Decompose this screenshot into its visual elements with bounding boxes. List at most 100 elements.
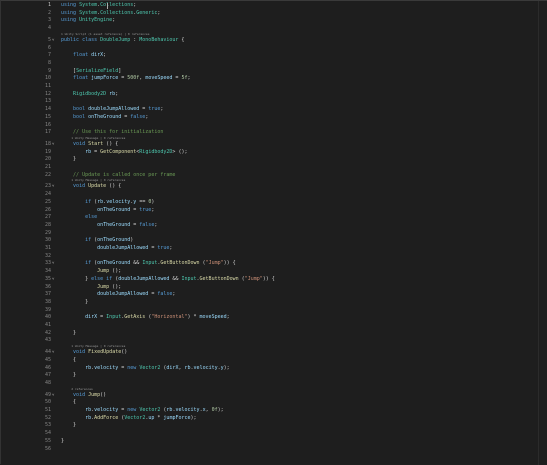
code-token: } (61, 156, 77, 163)
code-token: using (61, 9, 80, 16)
code-token: velocity (94, 364, 119, 371)
code-line[interactable]: void Update () { (61, 182, 121, 190)
codelens-annotation[interactable]: 1 Unity Message | 0 references (71, 177, 125, 183)
code-token: } (61, 329, 77, 336)
code-token: SerializeField (76, 67, 119, 74)
code-area[interactable]: using System.Collections; using System.Co… (55, 1, 547, 465)
code-token: new (127, 364, 140, 371)
code-line[interactable]: } (61, 298, 88, 306)
code-line[interactable]: rb.AddForce (Vector2.up * jumpForce); (61, 414, 196, 422)
code-token: 500f (127, 75, 140, 82)
code-token: ; (103, 52, 107, 59)
code-line[interactable]: } (61, 421, 76, 429)
code-token: GetButtonDown (199, 275, 239, 282)
code-line[interactable]: rb.velocity = new Vector2 (dirX, rb.velo… (61, 364, 230, 372)
code-editor[interactable]: 1 2 3 4 5 ˅ 6 7 8 9 10 11 12 13 14 15 16 17 18 ˅ 19 20 21 22 23 ˅… (0, 0, 547, 465)
code-token: Collections (100, 2, 134, 8)
code-token: } (61, 275, 92, 282)
code-token: ); (223, 364, 230, 371)
code-token: Jump (97, 268, 110, 275)
line-number: 4 (47, 25, 51, 32)
code-token: ) (151, 198, 155, 205)
code-token: jumpForce (163, 414, 191, 421)
code-token: Generic (136, 9, 158, 16)
code-line[interactable]: rb = GetComponent<Rigidbody2D> (); (61, 148, 187, 156)
code-line[interactable]: public class DoubleJump : MonoBehaviour … (61, 36, 184, 44)
code-token: true (157, 245, 170, 251)
code-token: new (127, 407, 140, 413)
code-token: doubleJumpAllowed (97, 291, 149, 298)
code-token: GetComponent (100, 148, 137, 155)
code-line[interactable]: float jumpForce = 500f, moveSpeed = 5f; (61, 74, 190, 82)
code-token: velocity (106, 198, 131, 205)
codelens-annotation[interactable]: 1 Unity Script (1 asset reference) | 0 r… (61, 31, 150, 37)
code-token: Jump (88, 391, 101, 398)
code-line[interactable]: dirX = Input.GetAxis ("Horizontal") * mo… (61, 313, 230, 321)
code-line[interactable]: } (61, 437, 64, 445)
code-line[interactable]: using UnityEngine; (61, 16, 115, 24)
code-token: void (73, 391, 89, 398)
line-number: 17 (44, 129, 51, 136)
code-token: = (118, 75, 128, 82)
code-token: Rigidbody2D (139, 148, 173, 155)
code-token: bool (73, 106, 89, 113)
code-token: Vector2 (139, 407, 161, 413)
code-token: class (82, 36, 101, 43)
code-token: ; (157, 9, 161, 16)
code-line[interactable]: bool onTheGround = false; (61, 113, 148, 121)
code-token: else (85, 214, 98, 221)
code-token: ; (115, 90, 119, 97)
code-token: ; (151, 206, 155, 213)
code-token: && (130, 260, 143, 267)
code-token: dirX (166, 364, 179, 371)
vertical-scrollbar[interactable] (538, 1, 547, 465)
code-line[interactable]: } (61, 371, 76, 379)
code-token: { (61, 399, 77, 406)
code-token: void (73, 140, 89, 147)
code-token: () { (103, 140, 119, 147)
code-token: ; (226, 314, 230, 321)
code-token: (); (109, 268, 122, 275)
code-token: } (61, 372, 77, 379)
code-token: GetButtonDown (160, 260, 200, 267)
code-token: onTheGround (97, 221, 131, 228)
code-token: float (73, 52, 92, 59)
code-line[interactable]: Rigidbody2D rb; (61, 90, 118, 98)
line-number-gutter[interactable]: 1 2 3 4 5 ˅ 6 7 8 9 10 11 12 13 14 15 16 17 18 ˅ 19 20 21 22 23 ˅… (1, 1, 55, 465)
code-token: ; (187, 75, 191, 82)
code-token: = (139, 106, 149, 113)
code-token: )) { (262, 275, 275, 282)
code-token: System (79, 2, 98, 8)
code-token: ; (145, 113, 149, 120)
code-token: float (73, 75, 92, 82)
code-token: moveSpeed (199, 314, 227, 321)
code-token: AddForce (94, 414, 119, 421)
codelens-annotation[interactable]: 1 Unity Message | 0 references (71, 135, 125, 141)
code-line[interactable]: } (61, 329, 76, 337)
code-token: ; (169, 245, 173, 251)
code-token: () (100, 391, 107, 398)
code-token: GetAxis (124, 314, 146, 321)
code-line[interactable]: onTheGround = false; (61, 221, 157, 229)
code-token: false (157, 291, 173, 298)
code-line[interactable]: float dirX; (61, 51, 106, 59)
codelens-annotation[interactable]: 2 references (71, 386, 93, 392)
code-line[interactable]: doubleJumpAllowed = true; (61, 244, 172, 252)
codelens-annotation[interactable]: 1 Unity Message | 0 references (71, 343, 125, 349)
code-token: Rigidbody2D (73, 90, 110, 97)
code-token: ) * (187, 314, 200, 321)
code-token: else if (91, 275, 116, 282)
code-token: ; (133, 2, 137, 8)
code-token: Vector2 (139, 364, 161, 371)
code-line[interactable]: } (61, 155, 76, 163)
code-token: Jump (97, 283, 110, 290)
code-token: FixedUpdate (88, 349, 122, 356)
code-token: UnityEngine (79, 17, 113, 24)
code-token: "Horizontal" (151, 314, 188, 321)
